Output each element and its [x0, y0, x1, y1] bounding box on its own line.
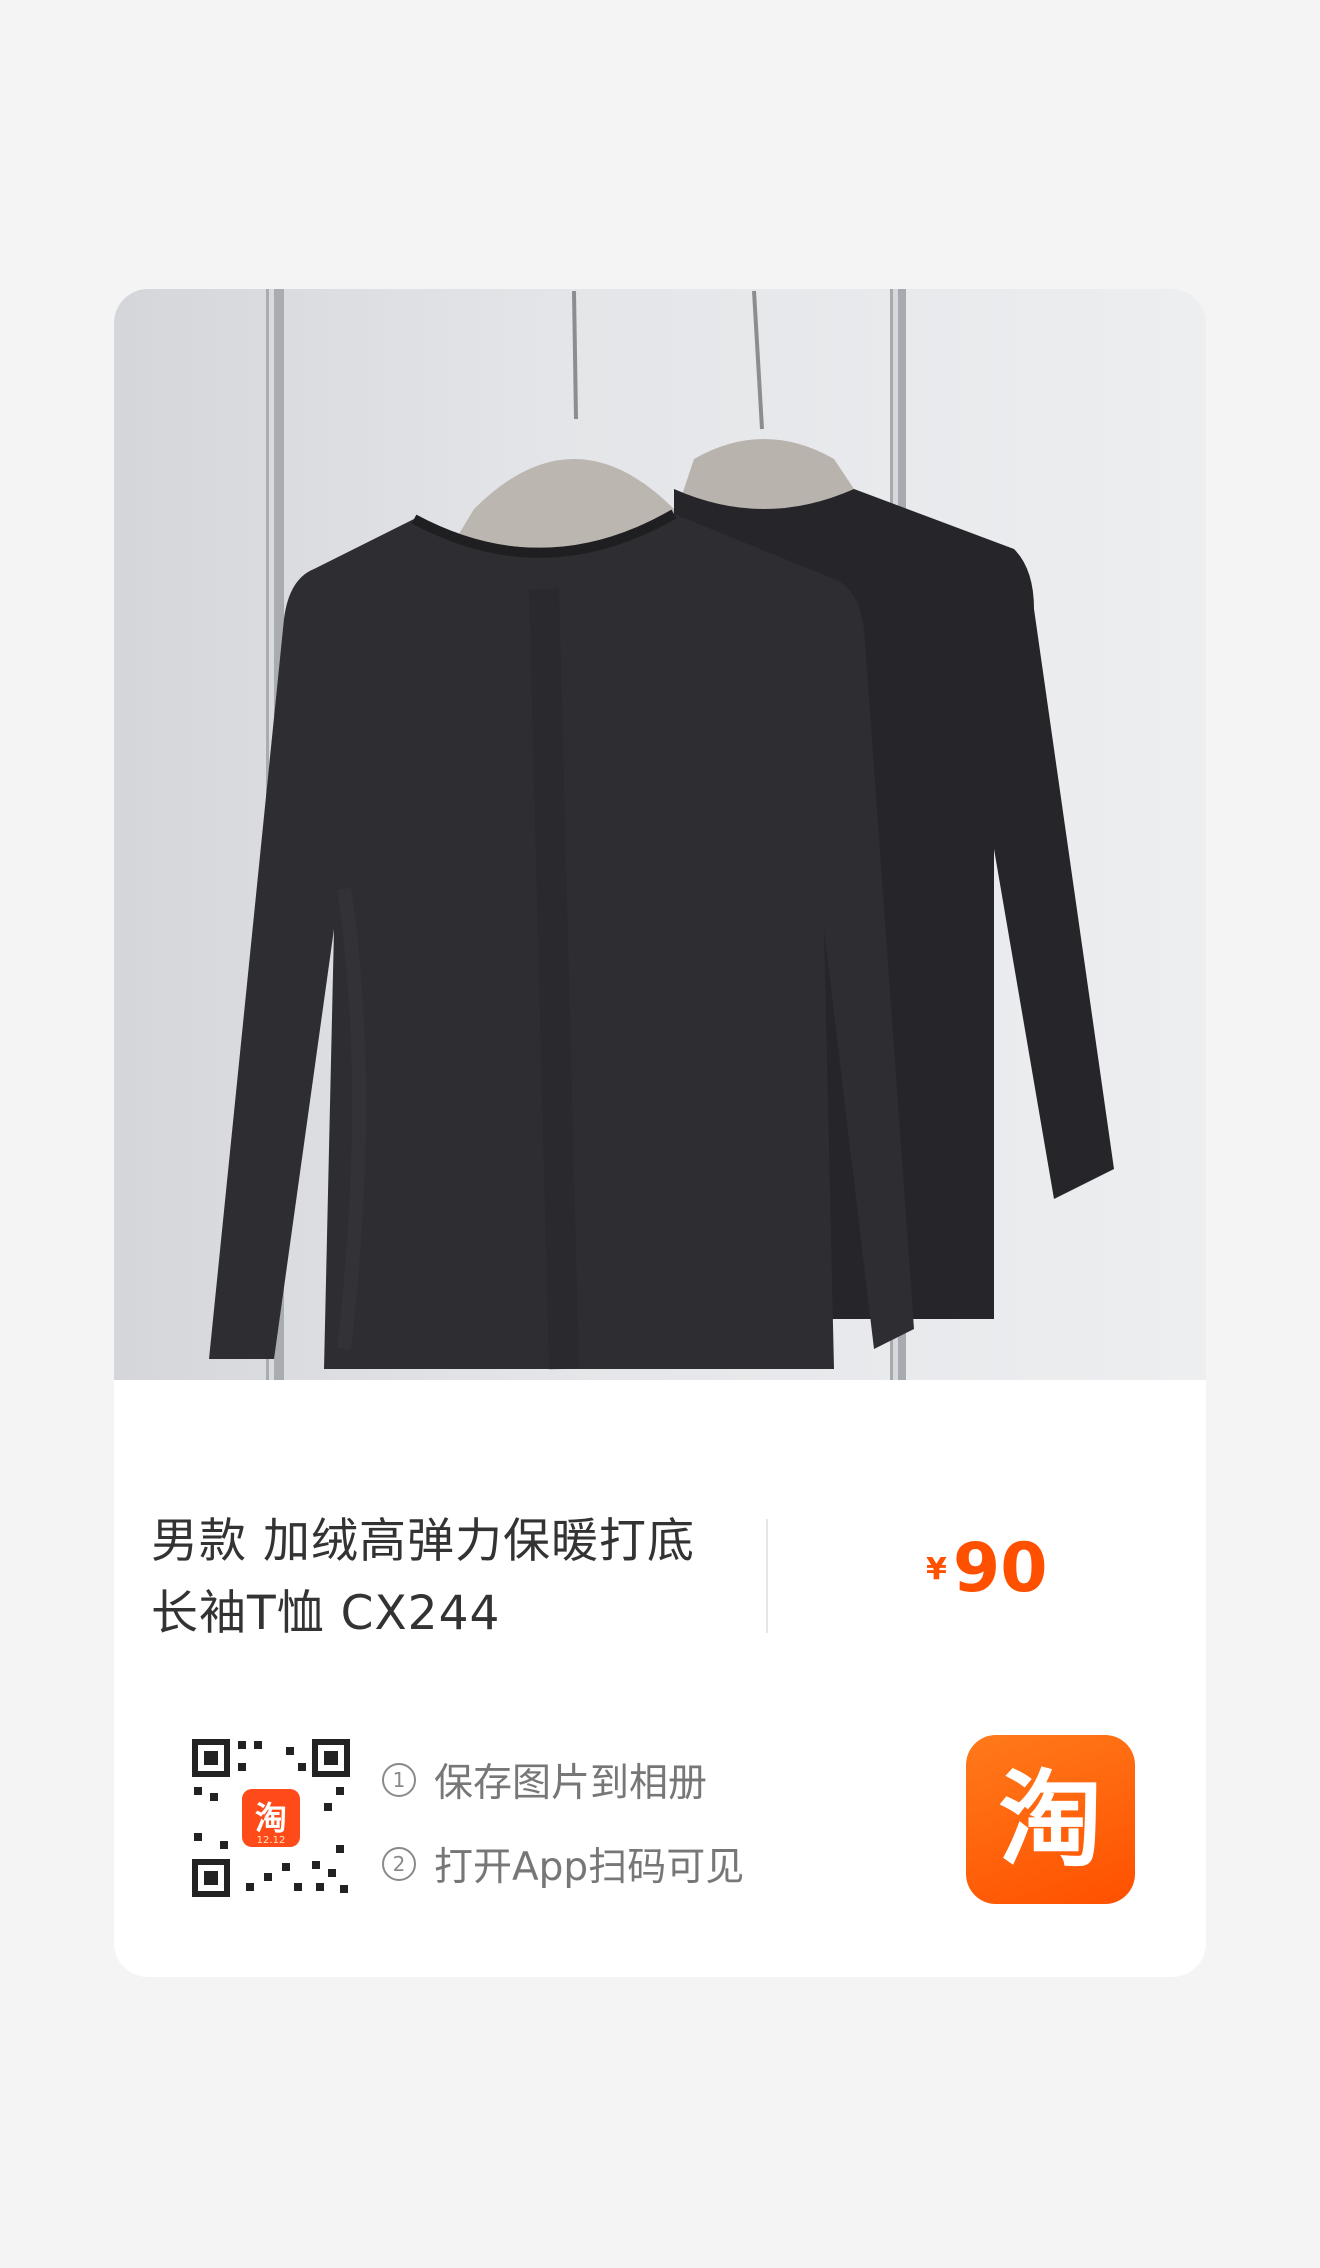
- step-1-text: 保存图片到相册: [434, 1761, 708, 1806]
- taobao-app-icon[interactable]: 淘: [966, 1735, 1135, 1904]
- instruction-step-1: 1 保存图片到相册: [382, 1754, 744, 1806]
- product-share-card: 男款 加绒高弹力保暖打底 长袖T恤 CX244 ¥90 淘 12.12 1 保存…: [114, 289, 1206, 1977]
- product-price: ¥90: [926, 1529, 1048, 1609]
- product-photo: [114, 289, 1206, 1380]
- title-price-divider: [766, 1519, 768, 1633]
- taobao-logo-text: 淘: [998, 1758, 1103, 1881]
- qr-code[interactable]: 淘 12.12: [186, 1733, 356, 1903]
- price-value: 90: [952, 1529, 1048, 1608]
- step-2-text: 打开App扫码可见: [434, 1845, 745, 1890]
- shirt-illustration: [209, 289, 1114, 1380]
- qr-badge-text: 淘: [255, 1799, 287, 1837]
- product-title: 男款 加绒高弹力保暖打底 长袖T恤 CX244: [151, 1506, 731, 1650]
- qr-badge-subtext: 12.12: [257, 1835, 286, 1846]
- instruction-step-2: 2 打开App扫码可见: [382, 1838, 744, 1890]
- product-title-line2: 长袖T恤 CX244: [151, 1586, 501, 1641]
- currency-symbol: ¥: [926, 1552, 947, 1587]
- scan-instructions: 1 保存图片到相册 2 打开App扫码可见: [382, 1754, 744, 1922]
- step-number-icon: 1: [382, 1763, 416, 1797]
- product-title-line1: 男款 加绒高弹力保暖打底: [151, 1514, 695, 1569]
- step-number-icon: 2: [382, 1847, 416, 1881]
